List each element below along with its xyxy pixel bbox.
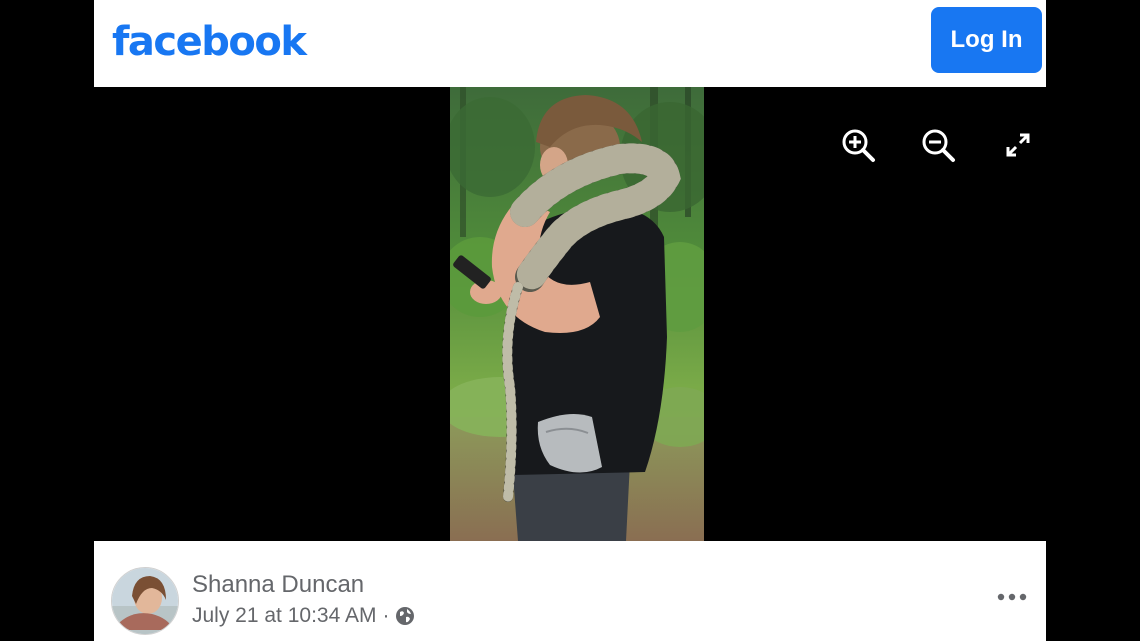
fullscreen-icon[interactable] xyxy=(998,125,1038,165)
zoom-out-icon[interactable] xyxy=(918,125,958,165)
more-options-icon[interactable] xyxy=(994,585,1030,609)
facebook-photo-page: facebook Log In Shanna Duncan July 21 at… xyxy=(94,0,1046,641)
post-meta: July 21 at 10:34 AM · xyxy=(192,604,415,628)
log-in-button[interactable]: Log In xyxy=(931,7,1042,73)
post-footer: Shanna Duncan July 21 at 10:34 AM · xyxy=(94,541,1046,641)
avatar[interactable] xyxy=(111,567,179,635)
globe-icon xyxy=(395,606,415,626)
photo-viewer xyxy=(94,87,1046,541)
meta-separator: · xyxy=(382,604,390,627)
photo-illustration xyxy=(450,87,704,541)
zoom-in-icon[interactable] xyxy=(838,125,878,165)
post-timestamp[interactable]: July 21 at 10:34 AM xyxy=(192,604,376,628)
facebook-logo[interactable]: facebook xyxy=(112,14,307,70)
top-bar: facebook Log In xyxy=(94,0,1046,87)
post-photo[interactable] xyxy=(450,87,704,541)
post-author-name[interactable]: Shanna Duncan xyxy=(192,571,364,599)
